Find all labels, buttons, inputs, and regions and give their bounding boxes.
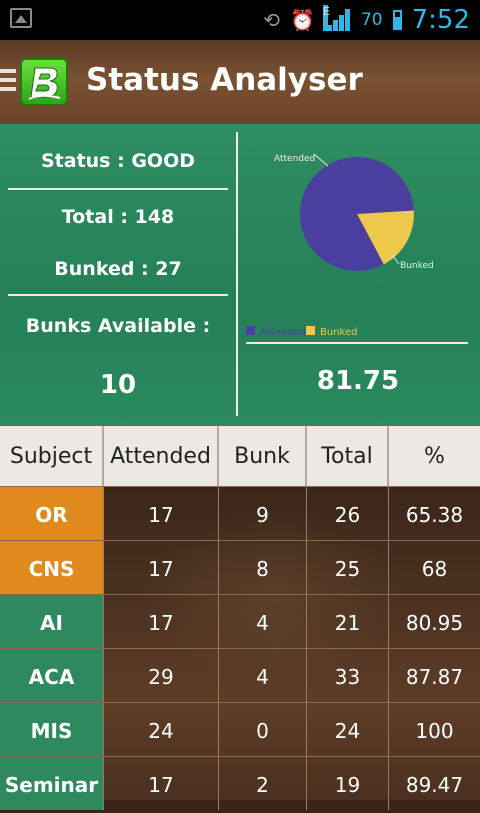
pie-attended-label: Attended [274, 154, 315, 164]
attended-cell: 17 [104, 757, 219, 810]
subject-table: Subject Attended Bunk Total % OR 17 9 26… [0, 426, 480, 810]
subject-cell: ACA [0, 649, 104, 702]
percent-cell: 68 [421, 557, 448, 581]
header-percent: % [424, 444, 445, 469]
subject-cell: AI [0, 595, 104, 648]
divider [8, 188, 228, 190]
bunk-cell: 2 [219, 757, 307, 810]
header-attended: Attended [104, 426, 219, 486]
total-cell: 24 [307, 703, 389, 756]
menu-icon[interactable] [0, 69, 16, 91]
alarm-icon: ⏰ [290, 8, 315, 32]
attendance-pie-chart: Attended Bunked Attended Bunked [246, 153, 434, 338]
bunk-cell: 4 [219, 595, 307, 648]
table-row[interactable]: Seminar 17 2 19 89.47 [0, 756, 480, 810]
legend-swatch-bunked [306, 326, 315, 335]
attended-cell: 17 [104, 487, 219, 540]
bunked-text: Bunked : 27 [54, 258, 182, 280]
pie-bunked-label: Bunked [400, 261, 434, 271]
clock: 7:52 [411, 5, 470, 35]
table-row[interactable]: AI 17 4 21 80.95 [0, 594, 480, 648]
total-cell: 26 [307, 487, 389, 540]
app-logo[interactable] [20, 58, 68, 106]
subject-cell: CNS [0, 541, 104, 594]
legend-label-bunked: Bunked [320, 327, 357, 338]
rotate-icon: ⟲ [263, 8, 281, 32]
header-total: Total [307, 426, 389, 486]
subject-cell: OR [0, 487, 104, 540]
signal-icon: E [322, 5, 351, 31]
bunks-available-value: 10 [99, 370, 137, 400]
header-subject: Subject [0, 426, 104, 486]
subject-cell: MIS [0, 703, 104, 756]
total-cell: 21 [307, 595, 389, 648]
bunk-cell: 0 [219, 703, 307, 756]
battery-icon [392, 10, 402, 30]
total-cell: 33 [307, 649, 389, 702]
action-bar: Status Analyser [0, 40, 480, 124]
subject-cell: Seminar [0, 757, 104, 810]
status-text: Status : GOOD [40, 150, 195, 172]
battery-percent: 70 [360, 10, 383, 30]
attended-cell: 24 [104, 703, 219, 756]
percent-cell: 87.87 [405, 665, 464, 689]
percent-cell: 89.47 [405, 773, 464, 797]
table-row[interactable]: CNS 17 8 25 68 [0, 540, 480, 594]
attended-cell: 17 [104, 595, 219, 648]
bunk-cell: 9 [219, 487, 307, 540]
table-header: Subject Attended Bunk Total % [0, 426, 480, 486]
total-cell: 25 [307, 541, 389, 594]
pie-attended-leader-line [313, 153, 329, 167]
table-row[interactable]: OR 17 9 26 65.38 [0, 486, 480, 540]
percent-cell: 65.38 [405, 503, 464, 527]
attended-cell: 29 [104, 649, 219, 702]
divider [8, 294, 228, 296]
attendance-percentage: 81.75 [316, 366, 400, 396]
table-row[interactable]: MIS 24 0 24 100 [0, 702, 480, 756]
gallery-notification-icon [10, 8, 32, 28]
page-title: Status Analyser [86, 62, 363, 98]
bunk-cell: 4 [219, 649, 307, 702]
status-bar: ⟲ ⏰ E 70 7:52 [0, 0, 480, 40]
legend-swatch-attended [246, 326, 255, 335]
total-cell: 19 [307, 757, 389, 810]
table-row[interactable]: ACA 29 4 33 87.87 [0, 648, 480, 702]
legend-label-attended: Attended [260, 327, 306, 338]
header-bunk: Bunk [219, 426, 307, 486]
bunk-cell: 8 [219, 541, 307, 594]
attended-cell: 17 [104, 541, 219, 594]
logo-b-icon [28, 67, 61, 100]
bunks-available-label: Bunks Available : [25, 315, 211, 337]
total-text: Total : 148 [61, 206, 175, 228]
percent-cell: 80.95 [405, 611, 464, 635]
percent-cell: 100 [415, 719, 454, 743]
